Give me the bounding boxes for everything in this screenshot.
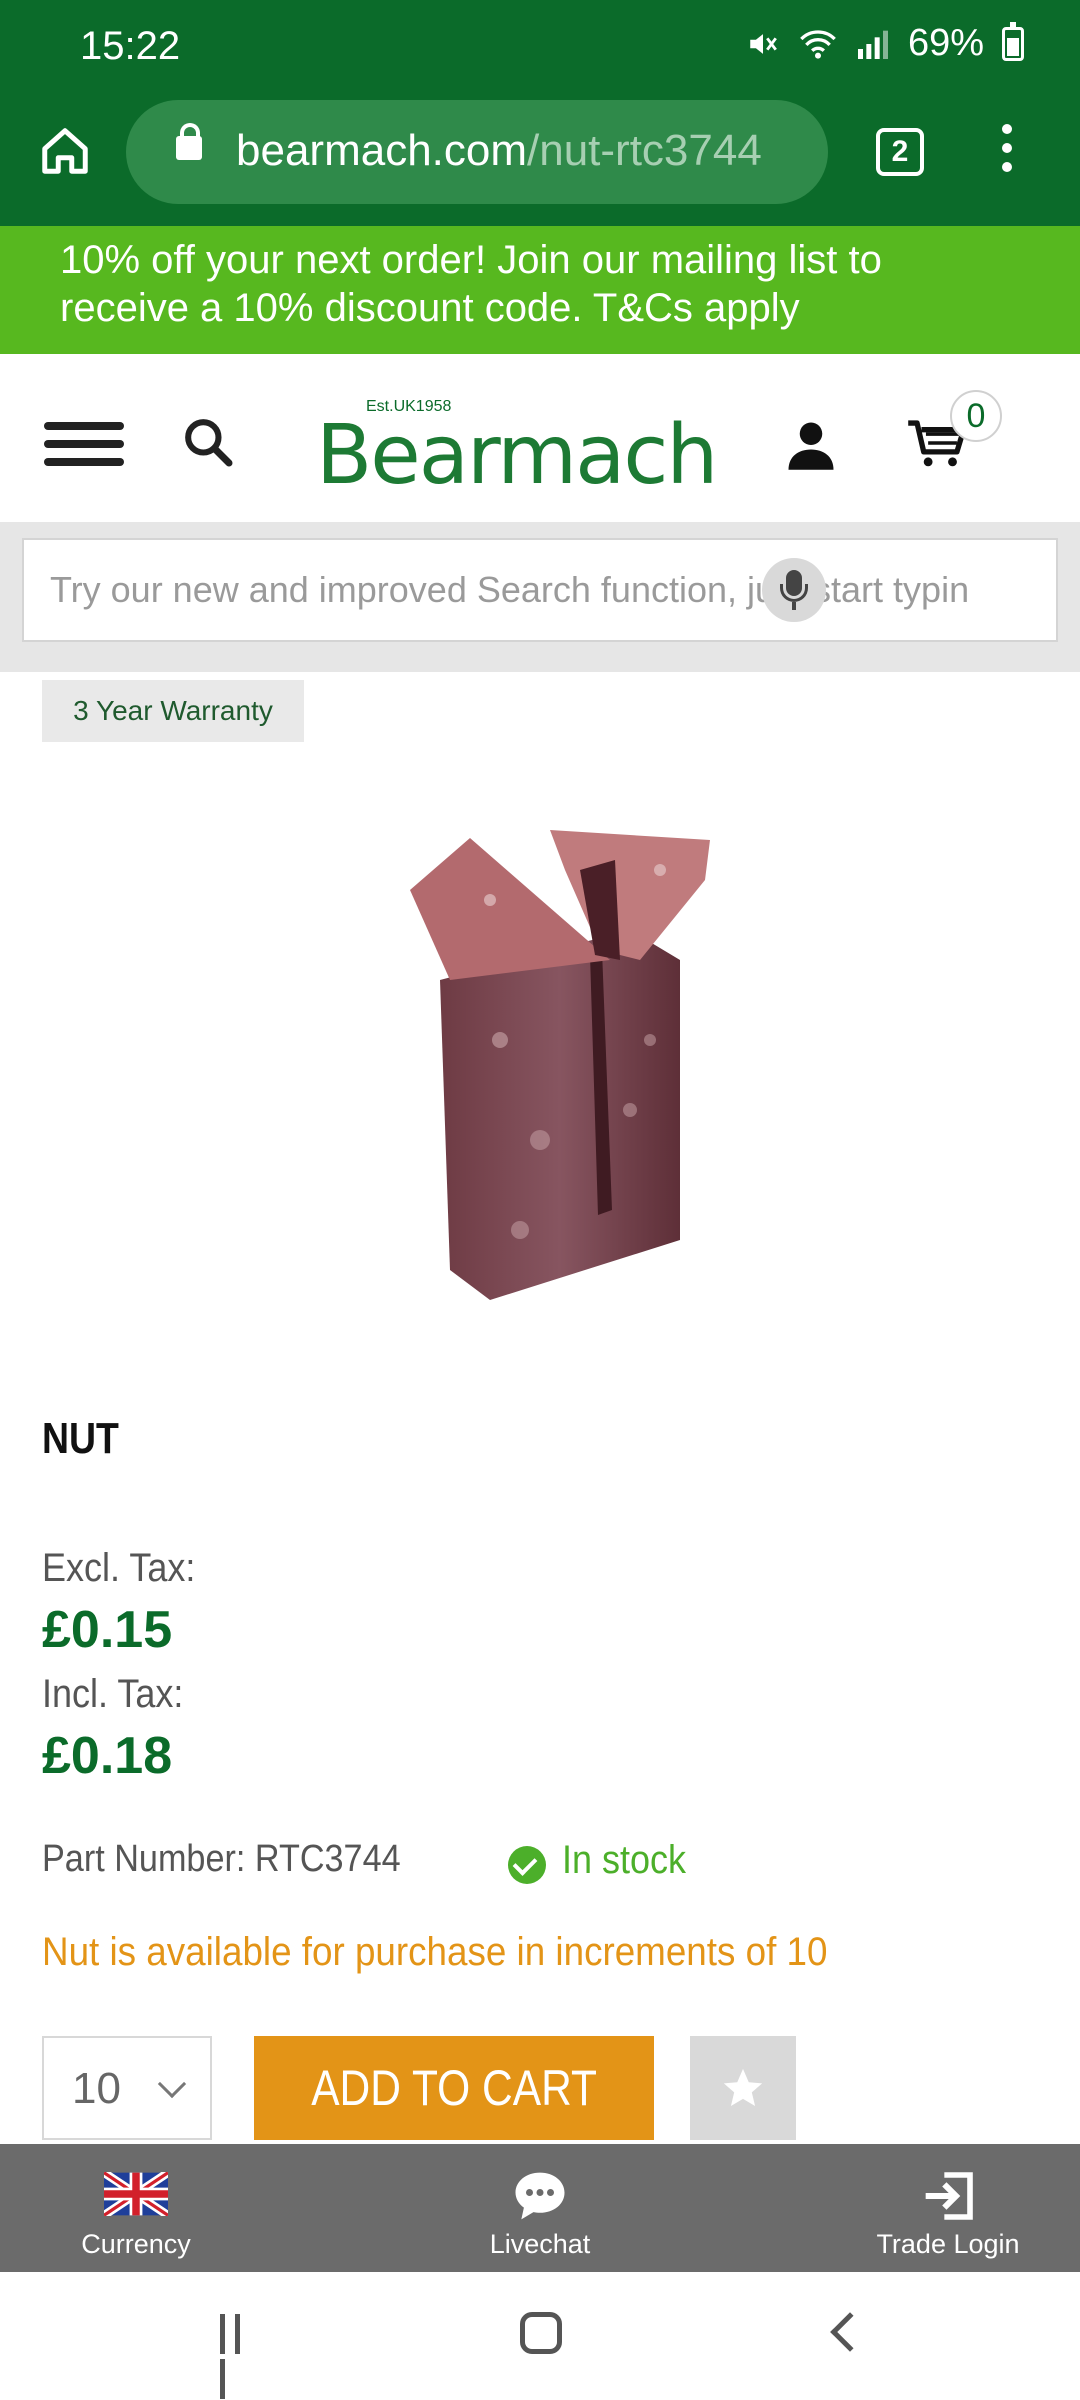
status-bar: 15:22 69%: [0, 0, 1080, 96]
excl-tax-label: Excl. Tax:: [42, 1546, 196, 1590]
home-button-icon[interactable]: [520, 2312, 562, 2354]
browser-toolbar: bearmach.com/nut-rtc3744 2: [0, 96, 1080, 226]
account-icon[interactable]: [784, 416, 838, 474]
product-image[interactable]: [380, 810, 740, 1330]
status-time: 15:22: [80, 24, 181, 68]
excl-tax-price: £0.15: [42, 1601, 173, 1659]
back-icon[interactable]: [830, 2312, 870, 2352]
search-input[interactable]: [50, 540, 970, 640]
star-icon: [723, 2068, 763, 2107]
home-icon[interactable]: [38, 124, 92, 178]
trade-login-button[interactable]: Trade Login: [860, 2144, 1036, 2272]
chevron-down-icon: [157, 2069, 187, 2099]
more-menu-icon[interactable]: [992, 124, 1022, 180]
incl-tax-label: Incl. Tax:: [42, 1672, 184, 1716]
quantity-select[interactable]: 10: [42, 2036, 212, 2140]
bearmach-logo[interactable]: Est.UK1958 Bearmach: [316, 398, 718, 503]
recent-apps-icon[interactable]: [220, 2314, 260, 2399]
trade-login-label: Trade Login: [876, 2229, 1020, 2259]
currency-button[interactable]: Currency: [56, 2144, 216, 2272]
purchase-increment-note: Nut is available for purchase in increme…: [42, 1930, 828, 1974]
signal-icon: [857, 30, 888, 59]
cart-count-badge: 0: [950, 390, 1002, 442]
add-to-cart-button[interactable]: ADD TO CART: [254, 2036, 654, 2140]
system-nav-bar: [0, 2272, 1080, 2400]
address-bar[interactable]: bearmach.com/nut-rtc3744: [126, 100, 828, 204]
lock-icon: [176, 123, 202, 160]
battery-icon: [1002, 21, 1024, 61]
currency-label: Currency: [81, 2229, 191, 2259]
chat-bubble-icon: [515, 2172, 565, 2220]
search-icon[interactable]: [180, 414, 236, 470]
mute-icon: [750, 33, 777, 54]
product-title: NUT: [42, 1414, 119, 1463]
site-header: Est.UK1958 Bearmach 0: [0, 354, 1080, 522]
livechat-label: Livechat: [489, 2229, 591, 2259]
incl-tax-price: £0.18: [42, 1727, 173, 1785]
livechat-button[interactable]: Livechat: [460, 2144, 620, 2272]
promo-banner[interactable]: 10% off your next order! Join our mailin…: [0, 226, 1080, 354]
tab-switcher-button[interactable]: 2: [876, 128, 924, 176]
wifi-icon: [800, 29, 836, 59]
quantity-value: 10: [72, 2064, 121, 2113]
uk-flag-icon: [104, 2172, 168, 2216]
part-number: Part Number: RTC3744: [42, 1838, 401, 1880]
login-icon: [925, 2172, 973, 2220]
microphone-icon[interactable]: [762, 558, 826, 622]
bottom-action-bar: Currency Livechat Trade Login: [0, 2144, 1080, 2272]
stock-status: In stock: [562, 1838, 687, 1882]
search-box: [22, 538, 1058, 642]
warranty-badge: 3 Year Warranty: [42, 680, 304, 742]
url-text[interactable]: bearmach.com/nut-rtc3744: [236, 126, 762, 176]
wishlist-button[interactable]: [690, 2036, 796, 2140]
check-circle-icon: [508, 1846, 546, 1884]
search-bar: [0, 522, 1080, 672]
menu-icon[interactable]: [44, 422, 124, 466]
battery-percent: 69%: [907, 22, 984, 64]
status-icons: 69%: [746, 21, 1024, 65]
